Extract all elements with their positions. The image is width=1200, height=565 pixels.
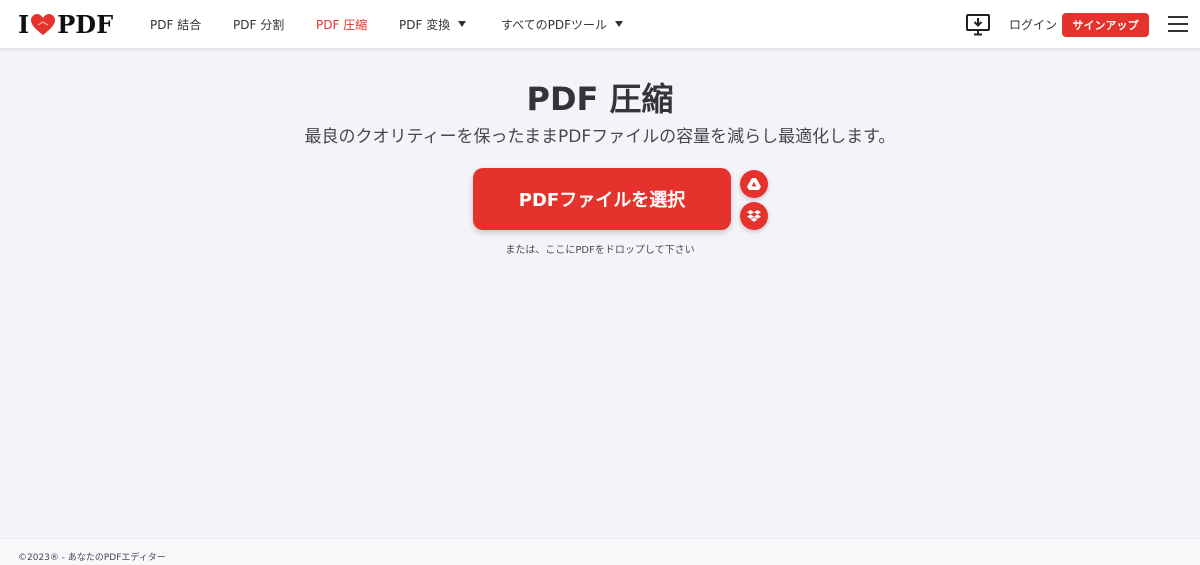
login-link[interactable]: ログイン <box>1009 0 1057 48</box>
nav-convert-pdf[interactable]: PDF 変換 <box>399 0 467 48</box>
menu-bar <box>1168 23 1188 25</box>
caret-down-icon <box>458 21 467 27</box>
nav-merge-pdf[interactable]: PDF 結合 <box>150 0 201 48</box>
top-header: I PDF PDF 結合 PDF 分割 PDF 圧縮 PDF 変換 すべてのPD… <box>0 0 1200 48</box>
menu-bar <box>1168 30 1188 32</box>
nav-label: すべてのPDFツール <box>501 17 608 32</box>
page-title: PDF 圧縮 <box>526 80 674 118</box>
nav-label: PDF 変換 <box>399 17 451 32</box>
desktop-download-icon[interactable] <box>965 13 991 37</box>
nav-label: PDF 分割 <box>233 17 285 32</box>
select-pdf-label: PDFファイルを選択 <box>518 190 686 211</box>
menu-bar <box>1168 16 1188 18</box>
nav-compress-pdf[interactable]: PDF 圧縮 <box>316 0 367 48</box>
nav-label: PDF 圧縮 <box>316 17 368 32</box>
hamburger-menu-icon[interactable] <box>1168 16 1188 32</box>
google-drive-icon <box>747 178 761 190</box>
caret-down-icon <box>615 21 624 27</box>
heart-icon <box>31 13 56 35</box>
footer-copyright: ©2023® - あなたのPDFエディター <box>18 553 166 563</box>
signup-label: サインアップ <box>1072 19 1139 32</box>
footer: ©2023® - あなたのPDFエディター <box>0 538 1200 565</box>
login-label: ログイン <box>1009 17 1058 32</box>
nav-label: PDF 結合 <box>150 17 202 32</box>
logo-text: PDF <box>57 10 114 39</box>
dropbox-icon <box>747 209 761 222</box>
signup-button[interactable]: サインアップ <box>1062 13 1149 37</box>
logo[interactable]: I PDF <box>18 10 113 39</box>
drop-hint: または、ここにPDFをドロップして下さい <box>505 245 695 256</box>
nav-split-pdf[interactable]: PDF 分割 <box>233 0 284 48</box>
google-drive-button[interactable] <box>740 170 768 198</box>
page-subtitle: 最良のクオリティーを保ったままPDFファイルの容量を減らし最適化します。 <box>304 127 896 147</box>
nav-all-tools[interactable]: すべてのPDFツール <box>501 0 624 48</box>
dropbox-button[interactable] <box>740 202 768 230</box>
logo-letter: I <box>18 10 30 39</box>
select-pdf-button[interactable]: PDFファイルを選択 <box>473 168 731 230</box>
